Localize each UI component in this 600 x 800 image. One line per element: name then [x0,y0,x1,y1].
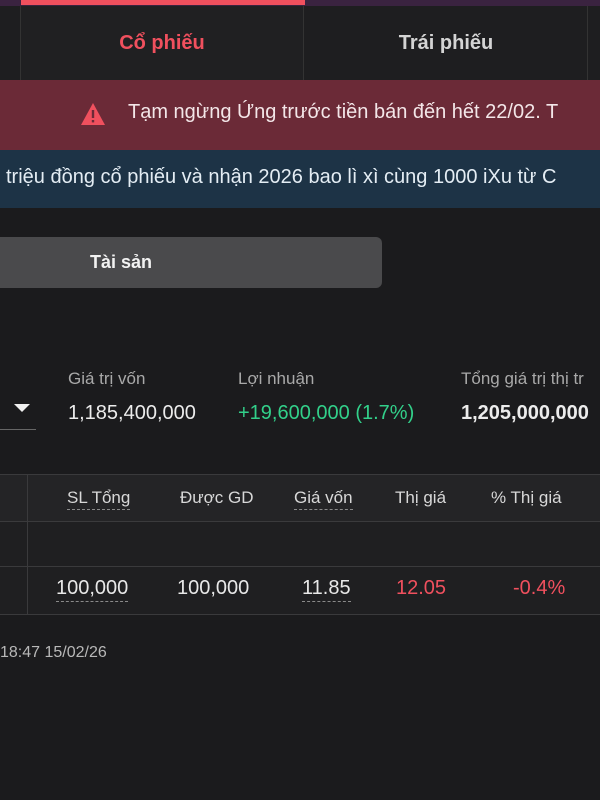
segment-assets-label: Tài sản [90,252,153,272]
warning-triangle-icon [81,103,105,125]
market-value: 1,205,000,000 [461,402,589,424]
page: Cổ phiếu Trái phiếu Tạm ngừng Ứng trước … [0,0,600,800]
update-timestamp: 18:47 15/02/26 [0,644,107,661]
promo-marquee[interactable]: triệu đồng cổ phiếu và nhận 2026 bao lì … [0,150,600,208]
segment-assets[interactable]: Tài sản [0,237,382,288]
header-cost-price[interactable]: Giá vốn [294,488,353,510]
table-row[interactable]: 100,000 100,000 11.85 12.05 -0.4% [0,567,600,615]
cost-value-label: Giá trị vốn [68,369,146,388]
chevron-down-icon[interactable] [14,404,30,412]
tab-stocks[interactable]: Cổ phiếu [20,0,305,80]
table-header: SL Tổng Được GD Giá vốn Thị giá % Thị gi… [0,474,600,522]
header-tradable: Được GD [180,488,254,507]
market-value-label: Tổng giá trị thị tr [461,369,584,388]
cell-cost-price[interactable]: 11.85 [302,577,351,602]
profit-value: +19,600,000 (1.7%) [238,402,415,424]
table-left-divider [27,474,28,614]
asset-tabs: Cổ phiếu Trái phiếu [0,0,600,80]
cell-total-qty[interactable]: 100,000 [56,577,129,602]
cost-value: 1,185,400,000 [68,402,196,424]
header-market-pct: % Thị giá [491,488,562,507]
cell-market-price: 12.05 [396,577,447,599]
header-total-qty[interactable]: SL Tổng [67,488,131,510]
warning-text: Tạm ngừng Ứng trước tiền bán đến hết 22/… [128,101,559,123]
promo-text: triệu đồng cổ phiếu và nhận 2026 bao lì … [6,166,557,188]
cell-tradable: 100,000 [177,577,250,599]
header-market-price: Thị giá [395,488,447,507]
tab-divider [587,6,588,80]
warning-banner[interactable]: Tạm ngừng Ứng trước tiền bán đến hết 22/… [0,80,600,150]
table-row-spacer [0,522,600,567]
dropdown-underline [0,429,36,430]
profit-label: Lợi nhuận [238,369,315,388]
cell-market-pct: -0.4% [513,577,566,599]
tab-bonds[interactable]: Trái phiếu [305,6,587,80]
